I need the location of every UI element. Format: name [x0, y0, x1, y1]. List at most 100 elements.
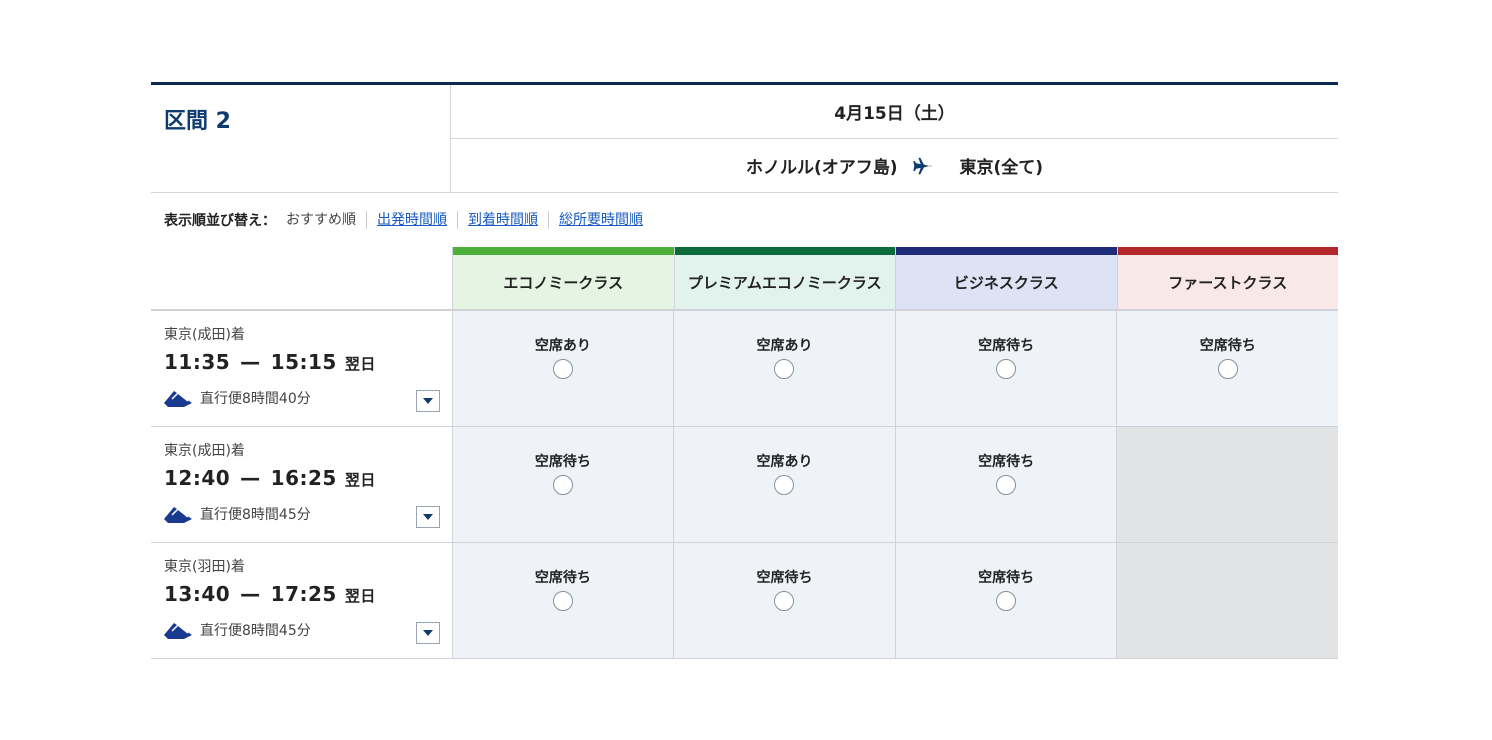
flight-row: 東京(成田)着 11:35 — 15:15 翌日 直行便8時間40分 空席あり 空席あ…: [151, 311, 1339, 427]
next-day-label: 翌日: [344, 471, 376, 489]
flight-times: 11:35 — 15:15 翌日: [164, 350, 439, 374]
class-name: ビジネスクラス: [896, 255, 1117, 311]
segment-title: 区間 2: [151, 85, 451, 192]
next-day-label: 翌日: [344, 587, 376, 605]
origin-city: ホノルル(オアフ島): [745, 158, 898, 178]
sort-option-departure[interactable]: 出発時間順: [377, 212, 447, 228]
class-business: ビジネスクラス: [895, 247, 1117, 311]
sort-label: 表示順並び替え：: [164, 213, 276, 229]
segment-header: 区間 2 4月15日（土） ホノルル(オアフ島) 東京(全て): [151, 85, 1338, 193]
flight-list: 東京(成田)着 11:35 — 15:15 翌日 直行便8時間40分 空席あり 空席あ…: [151, 311, 1339, 659]
seat-status: 空席待ち: [534, 570, 591, 586]
departure-time: 11:35: [164, 350, 231, 374]
airline-logo-icon: [164, 391, 192, 407]
fare-radio[interactable]: [552, 359, 573, 379]
arrival-airport: 東京(成田)着: [164, 327, 245, 343]
flight-row: 東京(羽田)着 13:40 — 17:25 翌日 直行便8時間45分 空席待ち 空席待…: [151, 543, 1339, 659]
arrival-airport: 東京(羽田)着: [164, 559, 245, 575]
class-economy: エコノミークラス: [452, 247, 674, 311]
fare-cell-economy: 空席待ち: [451, 427, 674, 542]
flight-selection-panel: 区間 2 4月15日（土） ホノルル(オアフ島) 東京(全て) 表示順並び替え：…: [151, 82, 1339, 659]
seat-status: 空席あり: [756, 454, 813, 470]
expand-details-button[interactable]: [415, 390, 440, 412]
seat-status: 空席待ち: [978, 570, 1035, 586]
fare-radio[interactable]: [996, 591, 1017, 611]
seat-status: 空席あり: [756, 338, 813, 354]
arrival-time: 16:25: [270, 466, 337, 490]
fare-cell-premium-economy: 空席待ち: [673, 543, 895, 658]
fare-radio[interactable]: [774, 359, 795, 379]
flight-info: 東京(成田)着 11:35 — 15:15 翌日 直行便8時間40分: [151, 311, 452, 426]
fare-radio[interactable]: [996, 359, 1017, 379]
fare-radio[interactable]: [552, 591, 573, 611]
seat-status: 空席待ち: [978, 338, 1035, 354]
class-header-spacer: [151, 247, 452, 311]
fare-cell-economy: 空席あり: [451, 311, 674, 426]
chevron-down-icon: [422, 630, 433, 636]
departure-time: 12:40: [164, 466, 231, 490]
seat-status: 空席あり: [534, 338, 591, 354]
class-name: プレミアムエコノミークラス: [674, 255, 895, 311]
fare-cell-business: 空席待ち: [894, 543, 1117, 658]
time-separator: —: [240, 582, 261, 606]
flight-info: 東京(羽田)着 13:40 — 17:25 翌日 直行便8時間45分: [151, 543, 452, 658]
flight-duration-info: 直行便8時間40分: [164, 388, 439, 408]
airline-logo-icon: [164, 623, 192, 639]
next-day-label: 翌日: [344, 355, 376, 373]
sort-bar: 表示順並び替え： おすすめ順 出発時間順 到着時間順 総所要時間順: [151, 193, 1338, 247]
flight-info: 東京(成田)着 12:40 — 16:25 翌日 直行便8時間45分: [151, 427, 452, 542]
fare-radio[interactable]: [774, 475, 795, 495]
class-color-bar: [896, 247, 1117, 255]
expand-details-button[interactable]: [415, 506, 440, 528]
fare-cell-first: 空席待ち: [1116, 311, 1339, 426]
flight-times: 13:40 — 17:25 翌日: [164, 582, 439, 606]
destination-city: 東京(全て): [959, 158, 1044, 178]
time-separator: —: [240, 466, 261, 490]
seat-status: 空席待ち: [756, 570, 813, 586]
fare-radio[interactable]: [774, 591, 795, 611]
chevron-down-icon: [422, 398, 433, 404]
seat-status: 空席待ち: [1199, 338, 1256, 354]
fare-cell-business: 空席待ち: [894, 311, 1117, 426]
segment-route: ホノルル(オアフ島) 東京(全て): [451, 139, 1338, 192]
segment-date: 4月15日（土）: [451, 85, 1338, 139]
fare-radio[interactable]: [996, 475, 1017, 495]
flight-duration-info: 直行便8時間45分: [164, 504, 439, 524]
fare-radio[interactable]: [552, 475, 573, 495]
flight-duration: 直行便8時間45分: [200, 623, 311, 639]
arrival-time: 15:15: [270, 350, 337, 374]
fare-radio[interactable]: [1217, 359, 1238, 379]
class-name: エコノミークラス: [453, 255, 674, 311]
departure-time: 13:40: [164, 582, 231, 606]
fare-cell-premium-economy: 空席あり: [673, 427, 895, 542]
airplane-icon: [912, 157, 931, 174]
class-header-row: エコノミークラス プレミアムエコノミークラス ビジネスクラス ファーストクラス: [151, 247, 1338, 311]
airline-logo-icon: [164, 507, 192, 523]
chevron-down-icon: [422, 514, 433, 520]
sort-option-arrival[interactable]: 到着時間順: [468, 212, 538, 228]
flight-duration-info: 直行便8時間45分: [164, 620, 439, 640]
time-separator: —: [240, 350, 261, 374]
flight-times: 12:40 — 16:25 翌日: [164, 466, 439, 490]
class-premium-economy: プレミアムエコノミークラス: [673, 247, 895, 311]
fare-cell-business: 空席待ち: [894, 427, 1117, 542]
sort-option-recommended: おすすめ順: [286, 212, 356, 228]
fare-cell-premium-economy: 空席あり: [673, 311, 895, 426]
sort-option-duration[interactable]: 総所要時間順: [559, 212, 643, 228]
flight-row: 東京(成田)着 12:40 — 16:25 翌日 直行便8時間45分 空席待ち 空席あ…: [151, 427, 1339, 543]
flight-duration: 直行便8時間45分: [200, 507, 311, 523]
class-color-bar: [1117, 247, 1338, 255]
arrival-airport: 東京(成田)着: [164, 443, 245, 459]
seat-status: 空席待ち: [978, 454, 1035, 470]
class-color-bar: [674, 247, 895, 255]
seat-status: 空席待ち: [534, 454, 591, 470]
flight-duration: 直行便8時間40分: [200, 391, 311, 407]
expand-details-button[interactable]: [415, 622, 440, 644]
arrival-time: 17:25: [270, 582, 337, 606]
class-first: ファーストクラス: [1116, 247, 1338, 311]
class-color-bar: [453, 247, 674, 255]
fare-cell-economy: 空席待ち: [451, 543, 674, 658]
fare-cell-first-unavailable: [1116, 543, 1339, 658]
fare-cell-first-unavailable: [1116, 427, 1339, 542]
class-name: ファーストクラス: [1117, 255, 1338, 311]
